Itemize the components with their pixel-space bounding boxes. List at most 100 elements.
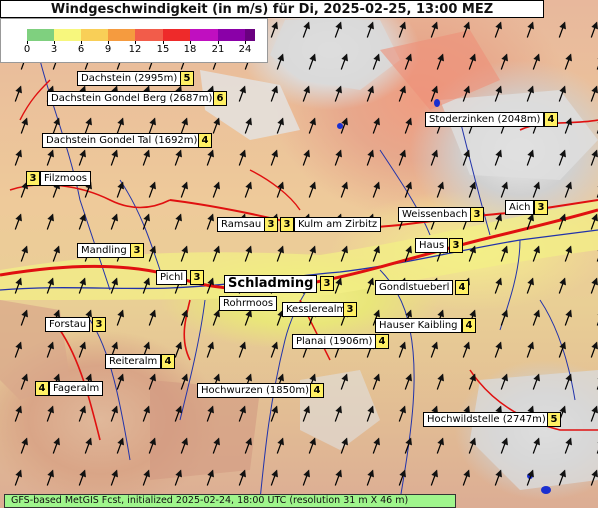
- place-label-stoderzinken[interactable]: Stoderzinken (2048m): [425, 112, 545, 127]
- place-label-ramsau[interactable]: Ramsau: [217, 217, 266, 232]
- place-label-kulm[interactable]: Kulm am Zirbitz: [294, 217, 382, 232]
- road: [183, 299, 191, 361]
- wind-arrow-icon: [436, 437, 444, 454]
- wind-arrow-icon: [20, 245, 28, 262]
- wind-arrow-icon: [564, 53, 572, 70]
- place-label-dachstein-gondel-tal[interactable]: Dachstein Gondel Tal (1692m): [42, 133, 202, 148]
- wind-arrow-icon: [494, 277, 502, 294]
- wind-arrow-icon: [596, 181, 598, 198]
- legend-bin-over-24: [245, 29, 255, 41]
- road: [249, 169, 301, 211]
- wind-arrow-icon: [526, 341, 534, 358]
- place-label-aich[interactable]: Aich: [505, 200, 535, 215]
- wind-value-haus: 3: [449, 238, 463, 253]
- place-label-schladming[interactable]: Schladming: [224, 275, 318, 293]
- wind-arrow-icon: [110, 213, 118, 230]
- place-label-fageralm[interactable]: Fageralm: [49, 381, 104, 396]
- wind-arrow-icon: [148, 117, 156, 134]
- wind-arrow-icon: [500, 181, 508, 198]
- wind-arrow-icon: [430, 21, 438, 38]
- wind-arrow-icon: [302, 149, 310, 166]
- wind-arrow-icon: [78, 213, 86, 230]
- place-label-hochwurzen[interactable]: Hochwurzen (1850m): [197, 383, 314, 398]
- wind-arrow-icon: [372, 373, 380, 390]
- wind-value-dachstein-gondel-berg: 6: [213, 91, 227, 106]
- wind-arrow-icon: [590, 341, 598, 358]
- wind-arrow-icon: [398, 149, 406, 166]
- wind-arrow-icon: [596, 53, 598, 70]
- place-label-hauser-kaibling[interactable]: Hauser Kaibling: [375, 318, 462, 333]
- wind-arrow-icon: [500, 309, 508, 326]
- place-label-dachstein[interactable]: Dachstein (2995m): [77, 71, 182, 86]
- place-label-reiteralm[interactable]: Reiteralm: [105, 354, 162, 369]
- legend-tick-label: 21: [211, 44, 225, 55]
- place-label-mandling[interactable]: Mandling: [77, 243, 131, 258]
- place-label-dachstein-gondel-berg[interactable]: Dachstein Gondel Berg (2687m): [47, 91, 217, 106]
- wind-arrow-icon: [462, 469, 470, 486]
- place-label-kesslerealm[interactable]: Kesslerealm: [282, 302, 351, 317]
- legend-tick-label: 0: [23, 44, 31, 55]
- wind-arrow-icon: [404, 373, 412, 390]
- wind-arrow-icon: [366, 85, 374, 102]
- wind-arrow-icon: [366, 469, 374, 486]
- wind-arrow-icon: [212, 309, 220, 326]
- wind-arrow-icon: [366, 149, 374, 166]
- wind-value-kulm: 3: [280, 217, 294, 232]
- legend-tick-label: 15: [156, 44, 170, 55]
- place-label-pichl[interactable]: Pichl: [156, 270, 188, 285]
- place-label-weissenbach[interactable]: Weissenbach: [398, 207, 472, 222]
- wind-value-gondlstueberl: 4: [455, 280, 469, 295]
- legend-tick-label: 9: [104, 44, 112, 55]
- wind-arrow-icon: [270, 469, 278, 486]
- wind-arrow-icon: [46, 149, 54, 166]
- wind-arrow-icon: [84, 437, 92, 454]
- wind-arrow-icon: [110, 405, 118, 422]
- wind-value-kesslerealm: 3: [343, 302, 357, 317]
- wind-arrow-icon: [180, 117, 188, 134]
- wind-arrow-icon: [52, 245, 60, 262]
- wind-map: Windgeschwindigkeit (in m/s) für Di, 202…: [0, 0, 598, 508]
- legend-bin-18-21: [190, 29, 218, 41]
- wind-arrow-icon: [372, 437, 380, 454]
- wind-arrow-icon: [46, 469, 54, 486]
- wind-arrow-icon: [206, 341, 214, 358]
- wind-value-ramsau: 3: [264, 217, 278, 232]
- legend-bin-15-18: [163, 29, 190, 41]
- wind-arrow-icon: [52, 437, 60, 454]
- wind-arrow-icon: [462, 341, 470, 358]
- wind-arrow-icon: [398, 405, 406, 422]
- wind-arrow-icon: [238, 149, 246, 166]
- wind-arrow-icon: [404, 437, 412, 454]
- place-label-gondlstueberl[interactable]: Gondlstueberl: [375, 280, 454, 295]
- wind-arrow-icon: [398, 21, 406, 38]
- legend-tick-label: 12: [128, 44, 142, 55]
- wind-arrow-icon: [430, 341, 438, 358]
- wind-value-hauser-kaibling: 4: [462, 318, 476, 333]
- place-label-hochwildstelle[interactable]: Hochwildstelle (2747m): [423, 412, 550, 427]
- place-label-haus[interactable]: Haus: [415, 238, 449, 253]
- legend-bin-12-15: [135, 29, 163, 41]
- wind-arrow-icon: [14, 405, 22, 422]
- wind-arrow-icon: [84, 117, 92, 134]
- wind-arrow-icon: [212, 181, 220, 198]
- wind-value-schladming: 3: [320, 276, 334, 291]
- wind-arrow-icon: [532, 53, 540, 70]
- wind-arrow-icon: [14, 149, 22, 166]
- place-label-rohrmoos[interactable]: Rohrmoos: [219, 296, 278, 311]
- wind-arrow-icon: [590, 21, 598, 38]
- wind-value-hochwildstelle: 5: [547, 412, 561, 427]
- wind-arrow-icon: [174, 213, 182, 230]
- place-label-filzmoos[interactable]: Filzmoos: [40, 171, 92, 186]
- wind-value-weissenbach: 3: [470, 207, 484, 222]
- wind-arrow-icon: [276, 181, 284, 198]
- lake: [434, 99, 440, 107]
- map-title: Windgeschwindigkeit (in m/s) für Di, 202…: [0, 0, 544, 18]
- legend-bin-0-3: [27, 29, 54, 41]
- place-label-forstau[interactable]: Forstau: [45, 317, 91, 332]
- snow-patch: [270, 20, 400, 90]
- wind-arrow-icon: [206, 149, 214, 166]
- wind-arrow-icon: [494, 21, 502, 38]
- wind-arrow-icon: [526, 21, 534, 38]
- wind-arrow-icon: [148, 309, 156, 326]
- place-label-planai[interactable]: Planai (1906m): [292, 334, 377, 349]
